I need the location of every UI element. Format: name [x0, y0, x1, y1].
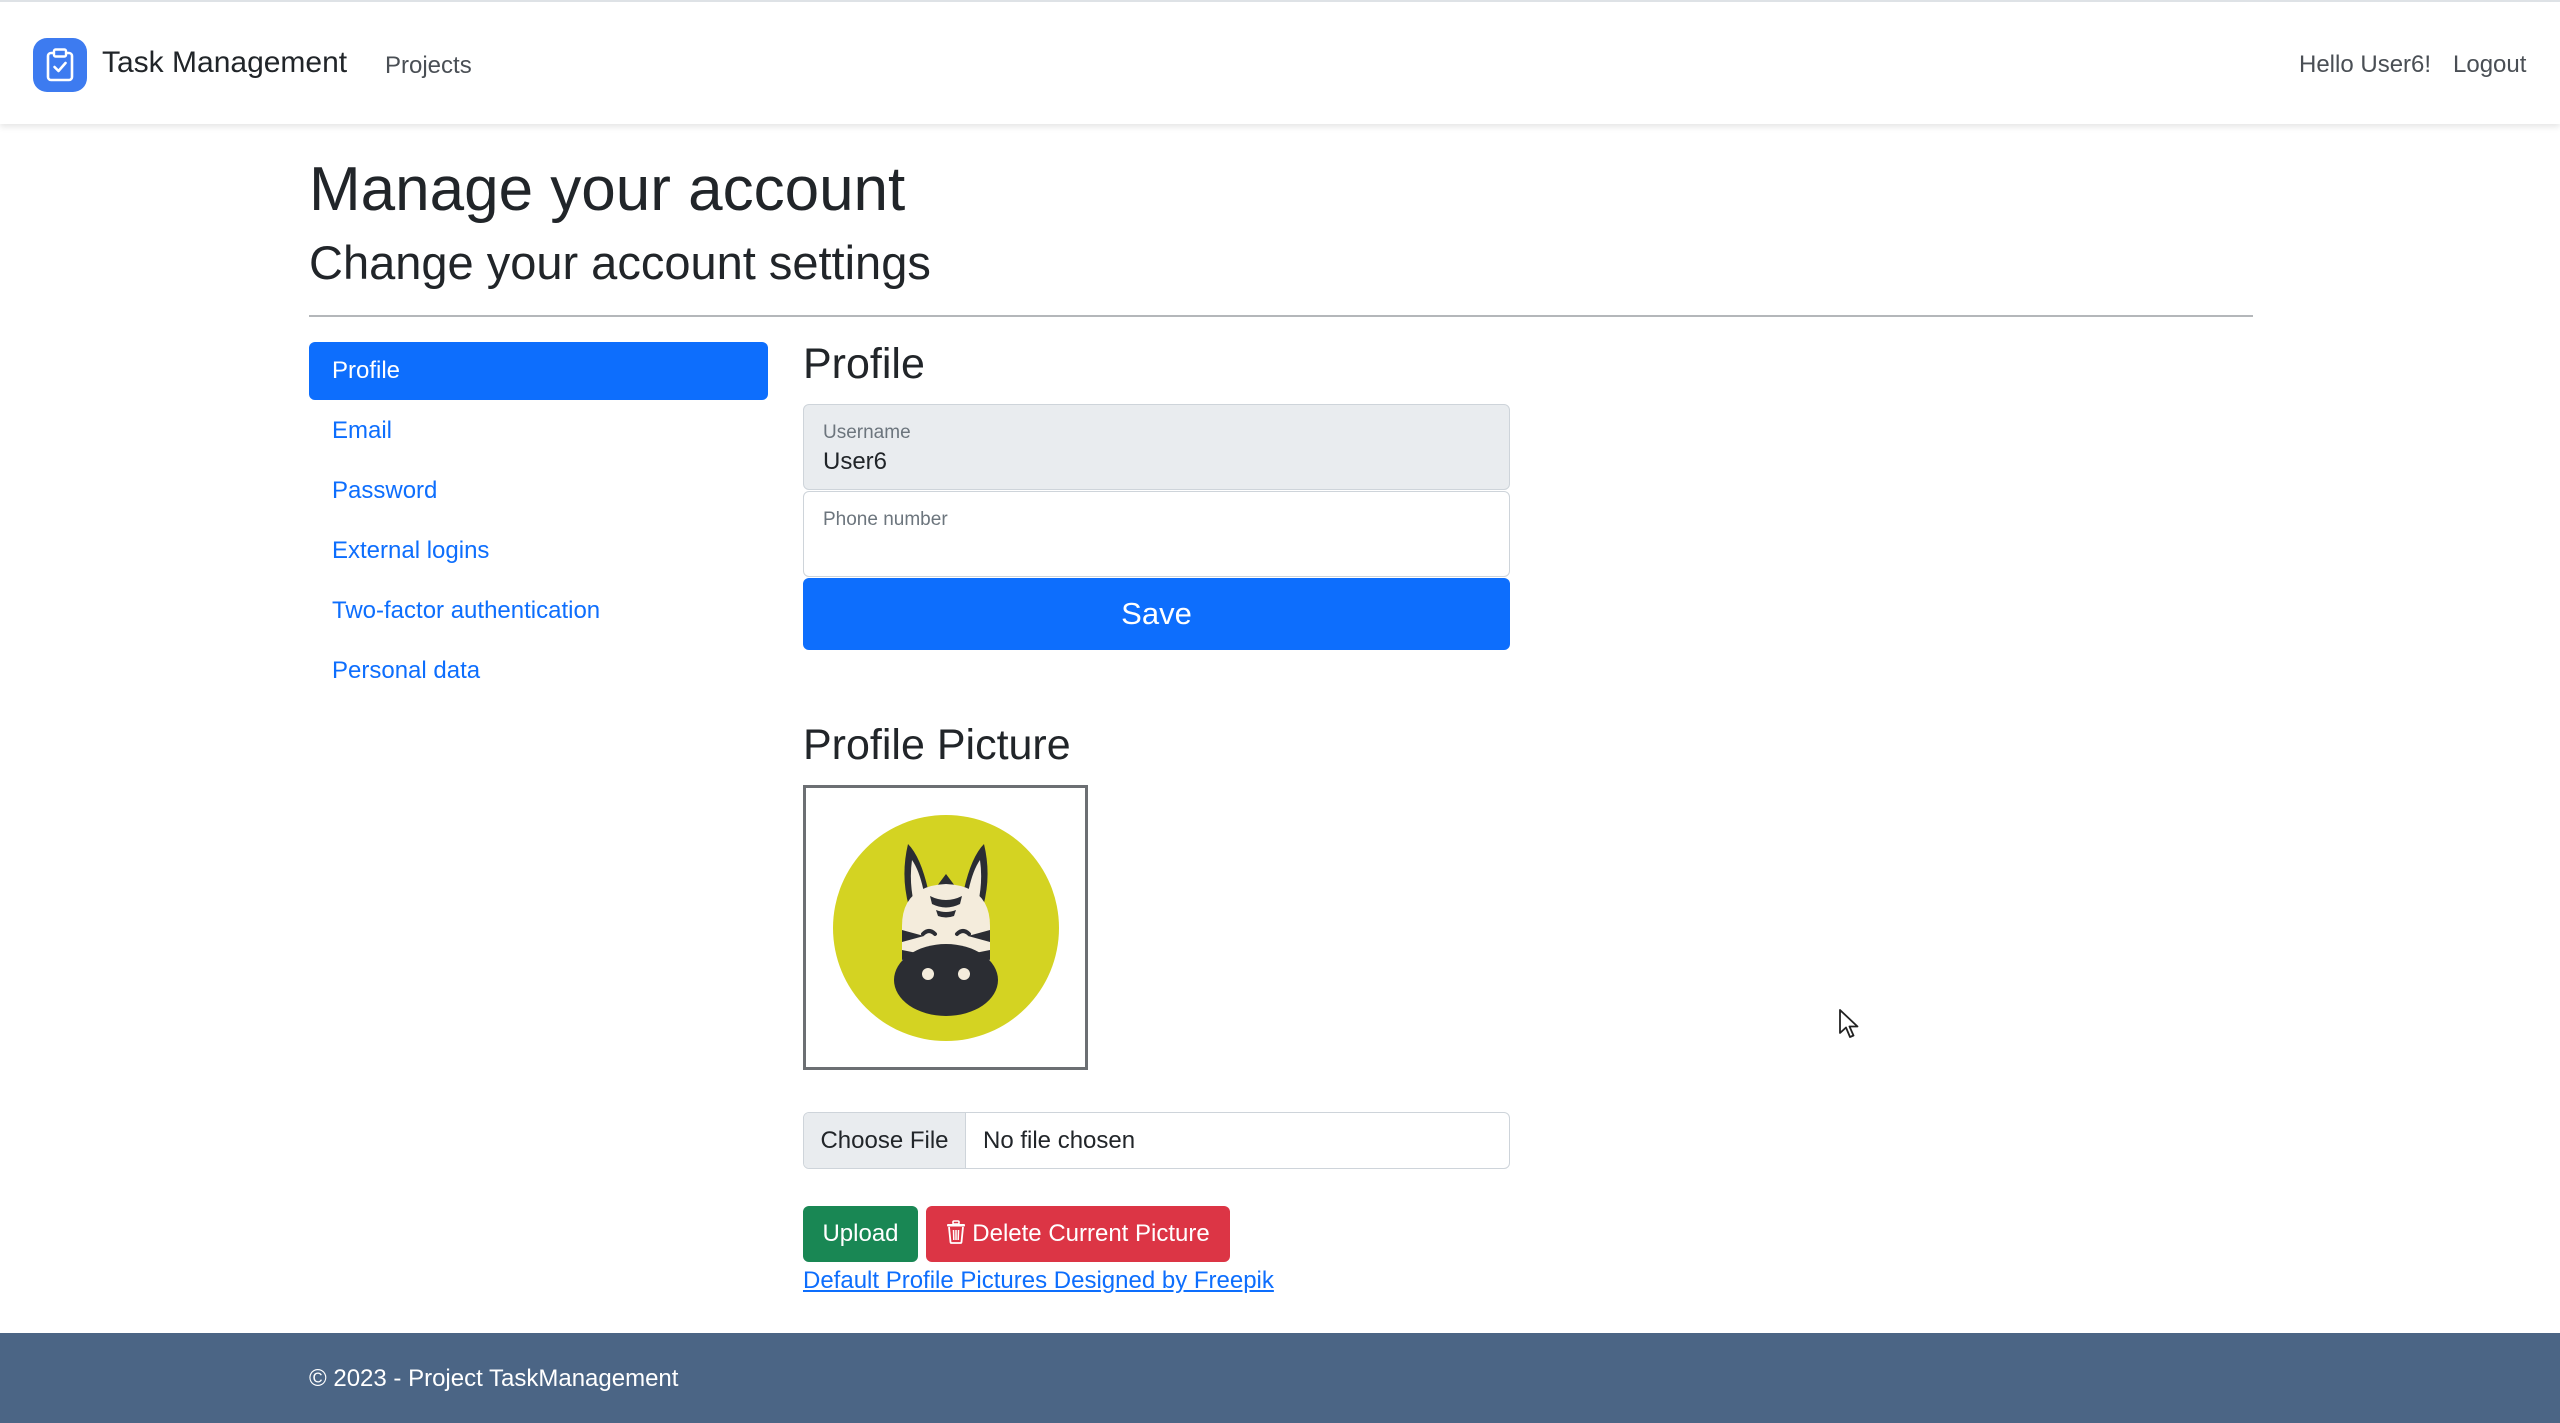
choose-file-button[interactable]: Choose File [804, 1113, 966, 1168]
profile-picture-heading: Profile Picture [803, 721, 1071, 769]
delete-picture-label: Delete Current Picture [972, 1220, 1210, 1247]
page-title: Manage your account [309, 155, 906, 224]
trash-icon [947, 1220, 966, 1244]
sidebar-item-personal-data[interactable]: Personal data [309, 642, 768, 700]
username-value: User6 [823, 448, 888, 475]
file-status-text: No file chosen [983, 1127, 1136, 1154]
footer: © 2023 - Project TaskManagement [0, 1333, 2560, 1423]
profile-heading: Profile [803, 340, 925, 388]
divider [309, 315, 2253, 317]
mouse-cursor-icon [1838, 1008, 1860, 1045]
zebra-avatar [832, 814, 1059, 1041]
clipboard-check-icon[interactable] [33, 38, 87, 92]
profile-picture [803, 785, 1088, 1070]
delete-picture-button[interactable]: Delete Current Picture [926, 1206, 1230, 1262]
sidebar-item-two-factor[interactable]: Two-factor authentication [309, 582, 768, 640]
footer-copyright: © 2023 - Project TaskManagement [309, 1365, 679, 1392]
user-greeting-link[interactable]: Hello User6! [2299, 51, 2431, 79]
username-label: Username [823, 422, 911, 443]
file-input[interactable]: Choose File No file chosen [803, 1112, 1510, 1169]
logout-button[interactable]: Logout [2453, 51, 2526, 79]
phone-number-field[interactable]: Phone number [803, 491, 1510, 577]
nav-link-projects[interactable]: Projects [385, 52, 472, 80]
brand-name[interactable]: Task Management [102, 46, 347, 80]
upload-button[interactable]: Upload [803, 1206, 918, 1262]
freepik-credit-link[interactable]: Default Profile Pictures Designed by Fre… [803, 1267, 1274, 1295]
save-button[interactable]: Save [803, 578, 1510, 650]
sidebar-item-external-logins[interactable]: External logins [309, 522, 768, 580]
page-subtitle: Change your account settings [309, 236, 931, 289]
account-sidebar: Profile Email Password External logins T… [309, 342, 768, 702]
phone-number-label: Phone number [823, 509, 948, 530]
sidebar-item-password[interactable]: Password [309, 462, 768, 520]
navbar: Task Management Projects Hello User6! Lo… [0, 0, 2560, 124]
sidebar-item-email[interactable]: Email [309, 402, 768, 460]
username-field[interactable]: Username User6 [803, 404, 1510, 490]
sidebar-item-profile[interactable]: Profile [309, 342, 768, 400]
